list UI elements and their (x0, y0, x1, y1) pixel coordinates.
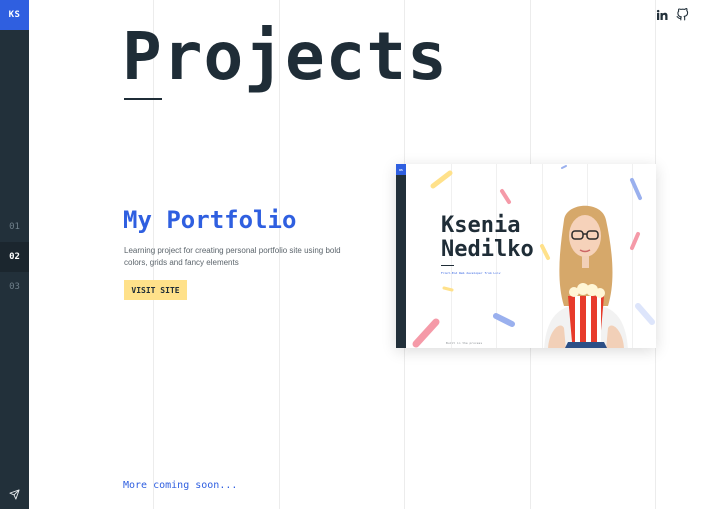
project-nav: 01 02 03 (0, 212, 29, 302)
preview-name: Ksenia Nedilko (441, 214, 534, 262)
github-icon[interactable] (676, 8, 689, 21)
contact-button[interactable] (0, 479, 29, 509)
preview-footer: Built in the process (446, 341, 483, 345)
preview-name-line1: Ksenia (441, 213, 521, 238)
project-nav-item-02[interactable]: 02 (0, 242, 29, 272)
send-icon (9, 488, 20, 500)
preview-sidebar: KS (396, 164, 406, 348)
project-nav-item-01[interactable]: 01 (0, 212, 29, 242)
sidebar: KS 01 02 03 (0, 0, 29, 509)
page-title: Projects (122, 18, 448, 95)
project-description: Learning project for creating personal p… (124, 246, 341, 267)
more-coming-soon: More coming soon... (123, 480, 238, 491)
project-nav-item-03[interactable]: 03 (0, 272, 29, 302)
preview-logo: KS (396, 164, 406, 175)
project-title: My Portfolio (123, 206, 297, 234)
preview-name-line2: Nedilko (441, 237, 534, 262)
logo[interactable]: KS (0, 0, 29, 30)
visit-site-button[interactable]: VISIT SITE (124, 280, 187, 300)
preview-name-underline (441, 265, 454, 266)
social-links (656, 8, 689, 21)
title-underline (124, 98, 162, 100)
portrait-image (544, 205, 628, 348)
linkedin-icon[interactable] (656, 9, 668, 21)
project-preview[interactable]: KS Ksenia Nedilko Front-End Web develope… (396, 164, 656, 348)
preview-tagline: Front-End Web developer from Lviv (441, 271, 501, 275)
